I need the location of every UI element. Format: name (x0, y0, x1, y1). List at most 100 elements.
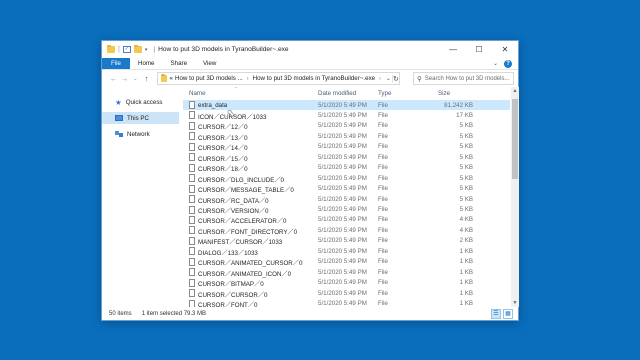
breadcrumb-overflow[interactable]: « (170, 75, 173, 82)
customize-toolbar-chevron-icon[interactable]: ▾ (145, 47, 148, 53)
nav-item-quick-access[interactable]: ★ Quick access (102, 96, 179, 108)
mouse-pointer-icon: ⬉ (227, 108, 235, 118)
search-box[interactable]: ⚲ Search How to put 3D models... (413, 72, 514, 85)
file-row[interactable]: CURSOR／MESSAGE_TABLE／0 5/1/2020 5:49 PM Fi… (183, 184, 510, 194)
folder-icon (161, 73, 167, 82)
details-view-icon[interactable]: ☰ (491, 309, 501, 319)
file-row[interactable]: CURSOR／FONT_DIRECTORY／0 5/1/2020 5:49 PM F… (183, 225, 510, 236)
chevron-right-icon[interactable]: › (247, 76, 249, 82)
up-arrow-icon[interactable]: ↑ (141, 74, 152, 83)
file-type: File (378, 111, 388, 119)
file-type: File (378, 132, 388, 140)
maximize-button[interactable]: ☐ (466, 41, 492, 58)
file-type: File (378, 206, 388, 213)
file-name: CURSOR／RC_DATA／0 (198, 197, 269, 205)
tab-share[interactable]: Share (163, 58, 196, 69)
file-size: 17 KB (456, 111, 473, 119)
refresh-icon[interactable]: ↻ (391, 74, 399, 83)
file-row[interactable]: CURSOR／12／0 5/1/2020 5:49 PM File 5 KB (183, 121, 510, 131)
file-row[interactable]: CURSOR／ACCELERATOR／0 5/1/2020 5:49 PM File… (183, 215, 510, 225)
column-header-size[interactable]: Size (438, 90, 450, 97)
search-icon: ⚲ (417, 75, 422, 83)
file-size: 1 KB (459, 300, 473, 307)
file-type: File (378, 122, 388, 130)
file-icon (189, 289, 195, 298)
file-date-modified: 5/1/2020 5:49 PM (318, 122, 367, 130)
file-row[interactable]: CURSOR／14／0 5/1/2020 5:49 PM File 5 KB (183, 142, 510, 152)
file-date-modified: 5/1/2020 5:49 PM (318, 289, 367, 297)
folder-icon (107, 44, 115, 53)
file-size: 2 KB (459, 237, 473, 245)
file-row[interactable]: CURSOR／RC_DATA／0 5/1/2020 5:49 PM File 5 KB (183, 194, 510, 205)
file-row[interactable]: CURSOR／15／0 5/1/2020 5:49 PM File 5 KB (183, 152, 510, 163)
properties-check-icon[interactable]: ✓ (122, 46, 131, 53)
file-icon (189, 132, 195, 141)
minimize-button[interactable]: — (440, 41, 466, 58)
address-history-chevron-icon[interactable]: ⌄ (385, 75, 392, 82)
file-type: File (378, 185, 388, 193)
new-folder-icon[interactable] (133, 44, 142, 53)
file-icon (189, 121, 195, 130)
file-size: 1 KB (459, 268, 473, 276)
scroll-down-icon[interactable]: ▼ (511, 299, 519, 307)
tab-file[interactable]: File (102, 58, 130, 69)
nav-item-network[interactable]: Network (102, 128, 179, 140)
scroll-up-icon[interactable]: ▲ (511, 87, 519, 95)
file-icon (189, 299, 195, 307)
scrollbar-thumb[interactable] (512, 99, 518, 179)
large-icons-view-icon[interactable]: ▦ (503, 309, 513, 319)
column-header-date[interactable]: Date modified (318, 90, 356, 97)
column-header-name[interactable]: Name (189, 90, 206, 97)
forward-arrow-icon[interactable]: → (119, 74, 130, 83)
address-bar[interactable]: « How to put 3D models ... › How to put … (157, 72, 400, 85)
file-icon (189, 184, 195, 193)
recent-locations-chevron-icon[interactable]: ⌄ (130, 76, 141, 82)
file-type: File (378, 268, 388, 276)
file-size: 5 KB (459, 174, 473, 182)
file-row[interactable]: CURSOR／VERSION／0 5/1/2020 5:49 PM File 5 KB (183, 205, 510, 215)
file-date-modified: 5/1/2020 5:49 PM (318, 174, 367, 182)
file-row[interactable]: CURSOR／CURSOR／0 5/1/2020 5:49 PM File 1 KB (183, 288, 510, 299)
file-row[interactable]: MANIFEST／CURSOR／1033 5/1/2020 5:49 PM File… (183, 236, 510, 246)
file-row[interactable]: CURSOR／BITMAP／0 5/1/2020 5:49 PM File 1 KB (183, 278, 510, 288)
file-size: 5 KB (459, 164, 473, 172)
back-arrow-icon[interactable]: ← (108, 74, 119, 83)
file-size: 1 KB (459, 258, 473, 266)
nav-item-this-pc[interactable]: This PC (102, 112, 179, 124)
vertical-scrollbar[interactable]: ▲ ▼ (511, 87, 519, 307)
chevron-right-icon[interactable]: › (379, 76, 381, 82)
tab-home[interactable]: Home (130, 58, 163, 69)
file-name: CURSOR／ANIMATED_ICON／0 (198, 270, 292, 278)
column-header-type[interactable]: Type (378, 90, 391, 97)
search-placeholder: Search How to put 3D models... (424, 75, 510, 82)
file-name: CURSOR／CURSOR／0 (198, 291, 268, 299)
close-button[interactable]: ✕ (492, 41, 518, 58)
file-list: ^ Name Date modified Type Size extra_dat… (183, 87, 510, 307)
nav-item-label: Quick access (125, 98, 163, 106)
column-headers: ^ Name Date modified Type Size (183, 87, 510, 100)
window-title: How to put 3D models in TyranoBuilder~.e… (158, 46, 289, 53)
file-icon (189, 268, 195, 277)
file-row[interactable]: DIALOG／133／1033 5/1/2020 5:49 PM File 1 KB (183, 246, 510, 257)
file-row[interactable]: CURSOR／FONT／0 5/1/2020 5:49 PM File 1 KB (183, 299, 510, 307)
file-row[interactable]: CURSOR／ANIMATED_CURSOR／0 5/1/2020 5:49 PM… (183, 257, 510, 267)
file-row[interactable]: CURSOR／18／0 5/1/2020 5:49 PM File 5 KB (183, 163, 510, 173)
tab-view[interactable]: View (195, 58, 224, 69)
file-name: CURSOR／18／0 (198, 166, 248, 174)
file-row[interactable]: CURSOR／ANIMATED_ICON／0 5/1/2020 5:49 PM Fi… (183, 267, 510, 278)
breadcrumb-parent[interactable]: How to put 3D models ... (175, 75, 243, 82)
file-date-modified: 5/1/2020 5:49 PM (318, 111, 367, 119)
file-name: extra_data (198, 101, 228, 109)
file-size: 4 KB (459, 226, 473, 234)
computer-icon (115, 115, 123, 121)
chevron-down-icon[interactable]: ⌄ (493, 60, 498, 67)
file-icon (189, 205, 195, 214)
file-row[interactable]: CURSOR／DLG_INCLUDE／0 5/1/2020 5:49 PM File… (183, 173, 510, 184)
file-row[interactable]: CURSOR／13／0 5/1/2020 5:49 PM File 5 KB (183, 131, 510, 142)
file-date-modified: 5/1/2020 5:49 PM (318, 258, 367, 266)
breadcrumb-current[interactable]: How to put 3D models in TyranoBuilder~.e… (253, 75, 376, 82)
sort-ascending-icon: ^ (235, 87, 238, 92)
help-icon[interactable]: ? (504, 59, 512, 68)
file-type: File (378, 289, 388, 297)
file-name: CURSOR／MESSAGE_TABLE／0 (198, 187, 294, 195)
